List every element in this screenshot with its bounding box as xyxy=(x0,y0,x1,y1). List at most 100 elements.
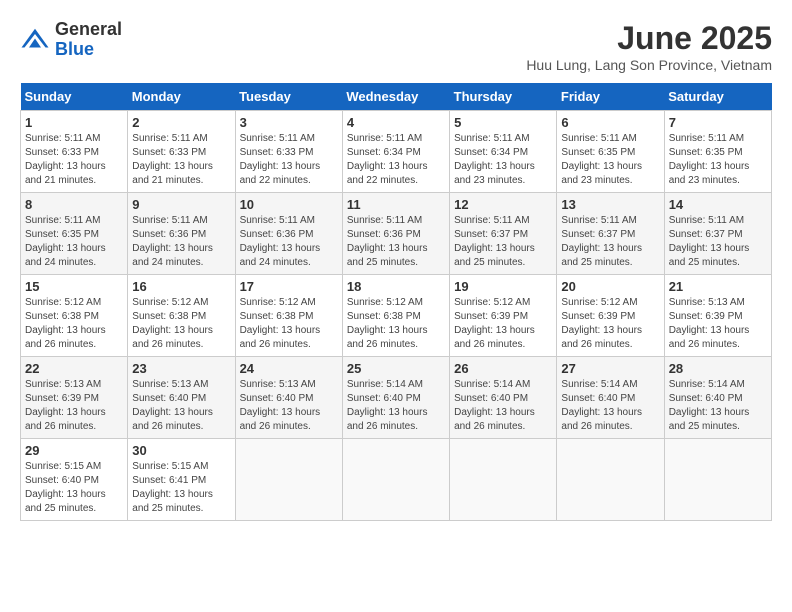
table-row: 15 Sunrise: 5:12 AM Sunset: 6:38 PM Dayl… xyxy=(21,275,128,357)
table-row: 5 Sunrise: 5:11 AM Sunset: 6:34 PM Dayli… xyxy=(450,111,557,193)
table-row: 13 Sunrise: 5:11 AM Sunset: 6:37 PM Dayl… xyxy=(557,193,664,275)
table-row: 22 Sunrise: 5:13 AM Sunset: 6:39 PM Dayl… xyxy=(21,357,128,439)
table-row: 29 Sunrise: 5:15 AM Sunset: 6:40 PM Dayl… xyxy=(21,439,128,521)
day-number: 22 xyxy=(25,361,123,376)
logo-blue-text: Blue xyxy=(55,40,122,60)
table-row: 11 Sunrise: 5:11 AM Sunset: 6:36 PM Dayl… xyxy=(342,193,449,275)
day-number: 17 xyxy=(240,279,338,294)
day-info: Sunrise: 5:11 AM Sunset: 6:33 PM Dayligh… xyxy=(132,133,213,186)
location-title: Huu Lung, Lang Son Province, Vietnam xyxy=(526,57,772,73)
day-number: 25 xyxy=(347,361,445,376)
table-row xyxy=(450,439,557,521)
day-info: Sunrise: 5:13 AM Sunset: 6:40 PM Dayligh… xyxy=(132,379,213,432)
day-info: Sunrise: 5:11 AM Sunset: 6:33 PM Dayligh… xyxy=(240,133,321,186)
logo: General Blue xyxy=(20,20,122,60)
table-row: 17 Sunrise: 5:12 AM Sunset: 6:38 PM Dayl… xyxy=(235,275,342,357)
table-row: 6 Sunrise: 5:11 AM Sunset: 6:35 PM Dayli… xyxy=(557,111,664,193)
day-number: 6 xyxy=(561,115,659,130)
day-info: Sunrise: 5:14 AM Sunset: 6:40 PM Dayligh… xyxy=(561,379,642,432)
col-saturday: Saturday xyxy=(664,83,771,111)
table-row: 12 Sunrise: 5:11 AM Sunset: 6:37 PM Dayl… xyxy=(450,193,557,275)
col-wednesday: Wednesday xyxy=(342,83,449,111)
day-number: 1 xyxy=(25,115,123,130)
table-row xyxy=(235,439,342,521)
day-number: 8 xyxy=(25,197,123,212)
day-info: Sunrise: 5:11 AM Sunset: 6:37 PM Dayligh… xyxy=(561,215,642,268)
day-info: Sunrise: 5:13 AM Sunset: 6:39 PM Dayligh… xyxy=(25,379,106,432)
day-info: Sunrise: 5:11 AM Sunset: 6:33 PM Dayligh… xyxy=(25,133,106,186)
day-info: Sunrise: 5:12 AM Sunset: 6:39 PM Dayligh… xyxy=(454,297,535,350)
table-row: 18 Sunrise: 5:12 AM Sunset: 6:38 PM Dayl… xyxy=(342,275,449,357)
day-number: 26 xyxy=(454,361,552,376)
page-header: General Blue June 2025 Huu Lung, Lang So… xyxy=(20,20,772,73)
day-info: Sunrise: 5:11 AM Sunset: 6:34 PM Dayligh… xyxy=(454,133,535,186)
calendar-week-row: 8 Sunrise: 5:11 AM Sunset: 6:35 PM Dayli… xyxy=(21,193,772,275)
table-row: 4 Sunrise: 5:11 AM Sunset: 6:34 PM Dayli… xyxy=(342,111,449,193)
day-info: Sunrise: 5:14 AM Sunset: 6:40 PM Dayligh… xyxy=(347,379,428,432)
day-number: 23 xyxy=(132,361,230,376)
table-row xyxy=(664,439,771,521)
day-number: 24 xyxy=(240,361,338,376)
day-info: Sunrise: 5:12 AM Sunset: 6:38 PM Dayligh… xyxy=(347,297,428,350)
table-row: 19 Sunrise: 5:12 AM Sunset: 6:39 PM Dayl… xyxy=(450,275,557,357)
day-number: 5 xyxy=(454,115,552,130)
day-number: 14 xyxy=(669,197,767,212)
logo-text: General Blue xyxy=(55,20,122,60)
table-row: 1 Sunrise: 5:11 AM Sunset: 6:33 PM Dayli… xyxy=(21,111,128,193)
day-info: Sunrise: 5:11 AM Sunset: 6:35 PM Dayligh… xyxy=(561,133,642,186)
day-info: Sunrise: 5:13 AM Sunset: 6:40 PM Dayligh… xyxy=(240,379,321,432)
day-number: 16 xyxy=(132,279,230,294)
day-info: Sunrise: 5:14 AM Sunset: 6:40 PM Dayligh… xyxy=(454,379,535,432)
day-number: 10 xyxy=(240,197,338,212)
col-monday: Monday xyxy=(128,83,235,111)
table-row: 23 Sunrise: 5:13 AM Sunset: 6:40 PM Dayl… xyxy=(128,357,235,439)
day-info: Sunrise: 5:12 AM Sunset: 6:38 PM Dayligh… xyxy=(240,297,321,350)
table-row: 8 Sunrise: 5:11 AM Sunset: 6:35 PM Dayli… xyxy=(21,193,128,275)
table-row: 2 Sunrise: 5:11 AM Sunset: 6:33 PM Dayli… xyxy=(128,111,235,193)
day-info: Sunrise: 5:11 AM Sunset: 6:34 PM Dayligh… xyxy=(347,133,428,186)
col-thursday: Thursday xyxy=(450,83,557,111)
table-row: 21 Sunrise: 5:13 AM Sunset: 6:39 PM Dayl… xyxy=(664,275,771,357)
table-row: 24 Sunrise: 5:13 AM Sunset: 6:40 PM Dayl… xyxy=(235,357,342,439)
day-info: Sunrise: 5:12 AM Sunset: 6:39 PM Dayligh… xyxy=(561,297,642,350)
day-info: Sunrise: 5:12 AM Sunset: 6:38 PM Dayligh… xyxy=(25,297,106,350)
title-section: June 2025 Huu Lung, Lang Son Province, V… xyxy=(526,20,772,73)
table-row: 7 Sunrise: 5:11 AM Sunset: 6:35 PM Dayli… xyxy=(664,111,771,193)
day-info: Sunrise: 5:15 AM Sunset: 6:40 PM Dayligh… xyxy=(25,461,106,514)
day-number: 12 xyxy=(454,197,552,212)
calendar-table: Sunday Monday Tuesday Wednesday Thursday… xyxy=(20,83,772,521)
day-info: Sunrise: 5:11 AM Sunset: 6:36 PM Dayligh… xyxy=(240,215,321,268)
table-row: 14 Sunrise: 5:11 AM Sunset: 6:37 PM Dayl… xyxy=(664,193,771,275)
day-info: Sunrise: 5:11 AM Sunset: 6:37 PM Dayligh… xyxy=(454,215,535,268)
day-number: 28 xyxy=(669,361,767,376)
logo-icon xyxy=(20,25,50,55)
day-number: 29 xyxy=(25,443,123,458)
calendar-week-row: 29 Sunrise: 5:15 AM Sunset: 6:40 PM Dayl… xyxy=(21,439,772,521)
day-number: 4 xyxy=(347,115,445,130)
day-info: Sunrise: 5:12 AM Sunset: 6:38 PM Dayligh… xyxy=(132,297,213,350)
logo-general-text: General xyxy=(55,20,122,40)
col-friday: Friday xyxy=(557,83,664,111)
month-title: June 2025 xyxy=(526,20,772,57)
calendar-week-row: 1 Sunrise: 5:11 AM Sunset: 6:33 PM Dayli… xyxy=(21,111,772,193)
table-row: 20 Sunrise: 5:12 AM Sunset: 6:39 PM Dayl… xyxy=(557,275,664,357)
day-number: 13 xyxy=(561,197,659,212)
day-number: 9 xyxy=(132,197,230,212)
calendar-week-row: 22 Sunrise: 5:13 AM Sunset: 6:39 PM Dayl… xyxy=(21,357,772,439)
table-row xyxy=(342,439,449,521)
day-number: 19 xyxy=(454,279,552,294)
table-row: 16 Sunrise: 5:12 AM Sunset: 6:38 PM Dayl… xyxy=(128,275,235,357)
table-row: 28 Sunrise: 5:14 AM Sunset: 6:40 PM Dayl… xyxy=(664,357,771,439)
table-row: 27 Sunrise: 5:14 AM Sunset: 6:40 PM Dayl… xyxy=(557,357,664,439)
day-number: 30 xyxy=(132,443,230,458)
day-info: Sunrise: 5:11 AM Sunset: 6:36 PM Dayligh… xyxy=(347,215,428,268)
table-row: 9 Sunrise: 5:11 AM Sunset: 6:36 PM Dayli… xyxy=(128,193,235,275)
day-number: 11 xyxy=(347,197,445,212)
day-info: Sunrise: 5:14 AM Sunset: 6:40 PM Dayligh… xyxy=(669,379,750,432)
day-number: 20 xyxy=(561,279,659,294)
day-number: 3 xyxy=(240,115,338,130)
day-number: 18 xyxy=(347,279,445,294)
table-row: 3 Sunrise: 5:11 AM Sunset: 6:33 PM Dayli… xyxy=(235,111,342,193)
day-info: Sunrise: 5:11 AM Sunset: 6:36 PM Dayligh… xyxy=(132,215,213,268)
calendar-header-row: Sunday Monday Tuesday Wednesday Thursday… xyxy=(21,83,772,111)
